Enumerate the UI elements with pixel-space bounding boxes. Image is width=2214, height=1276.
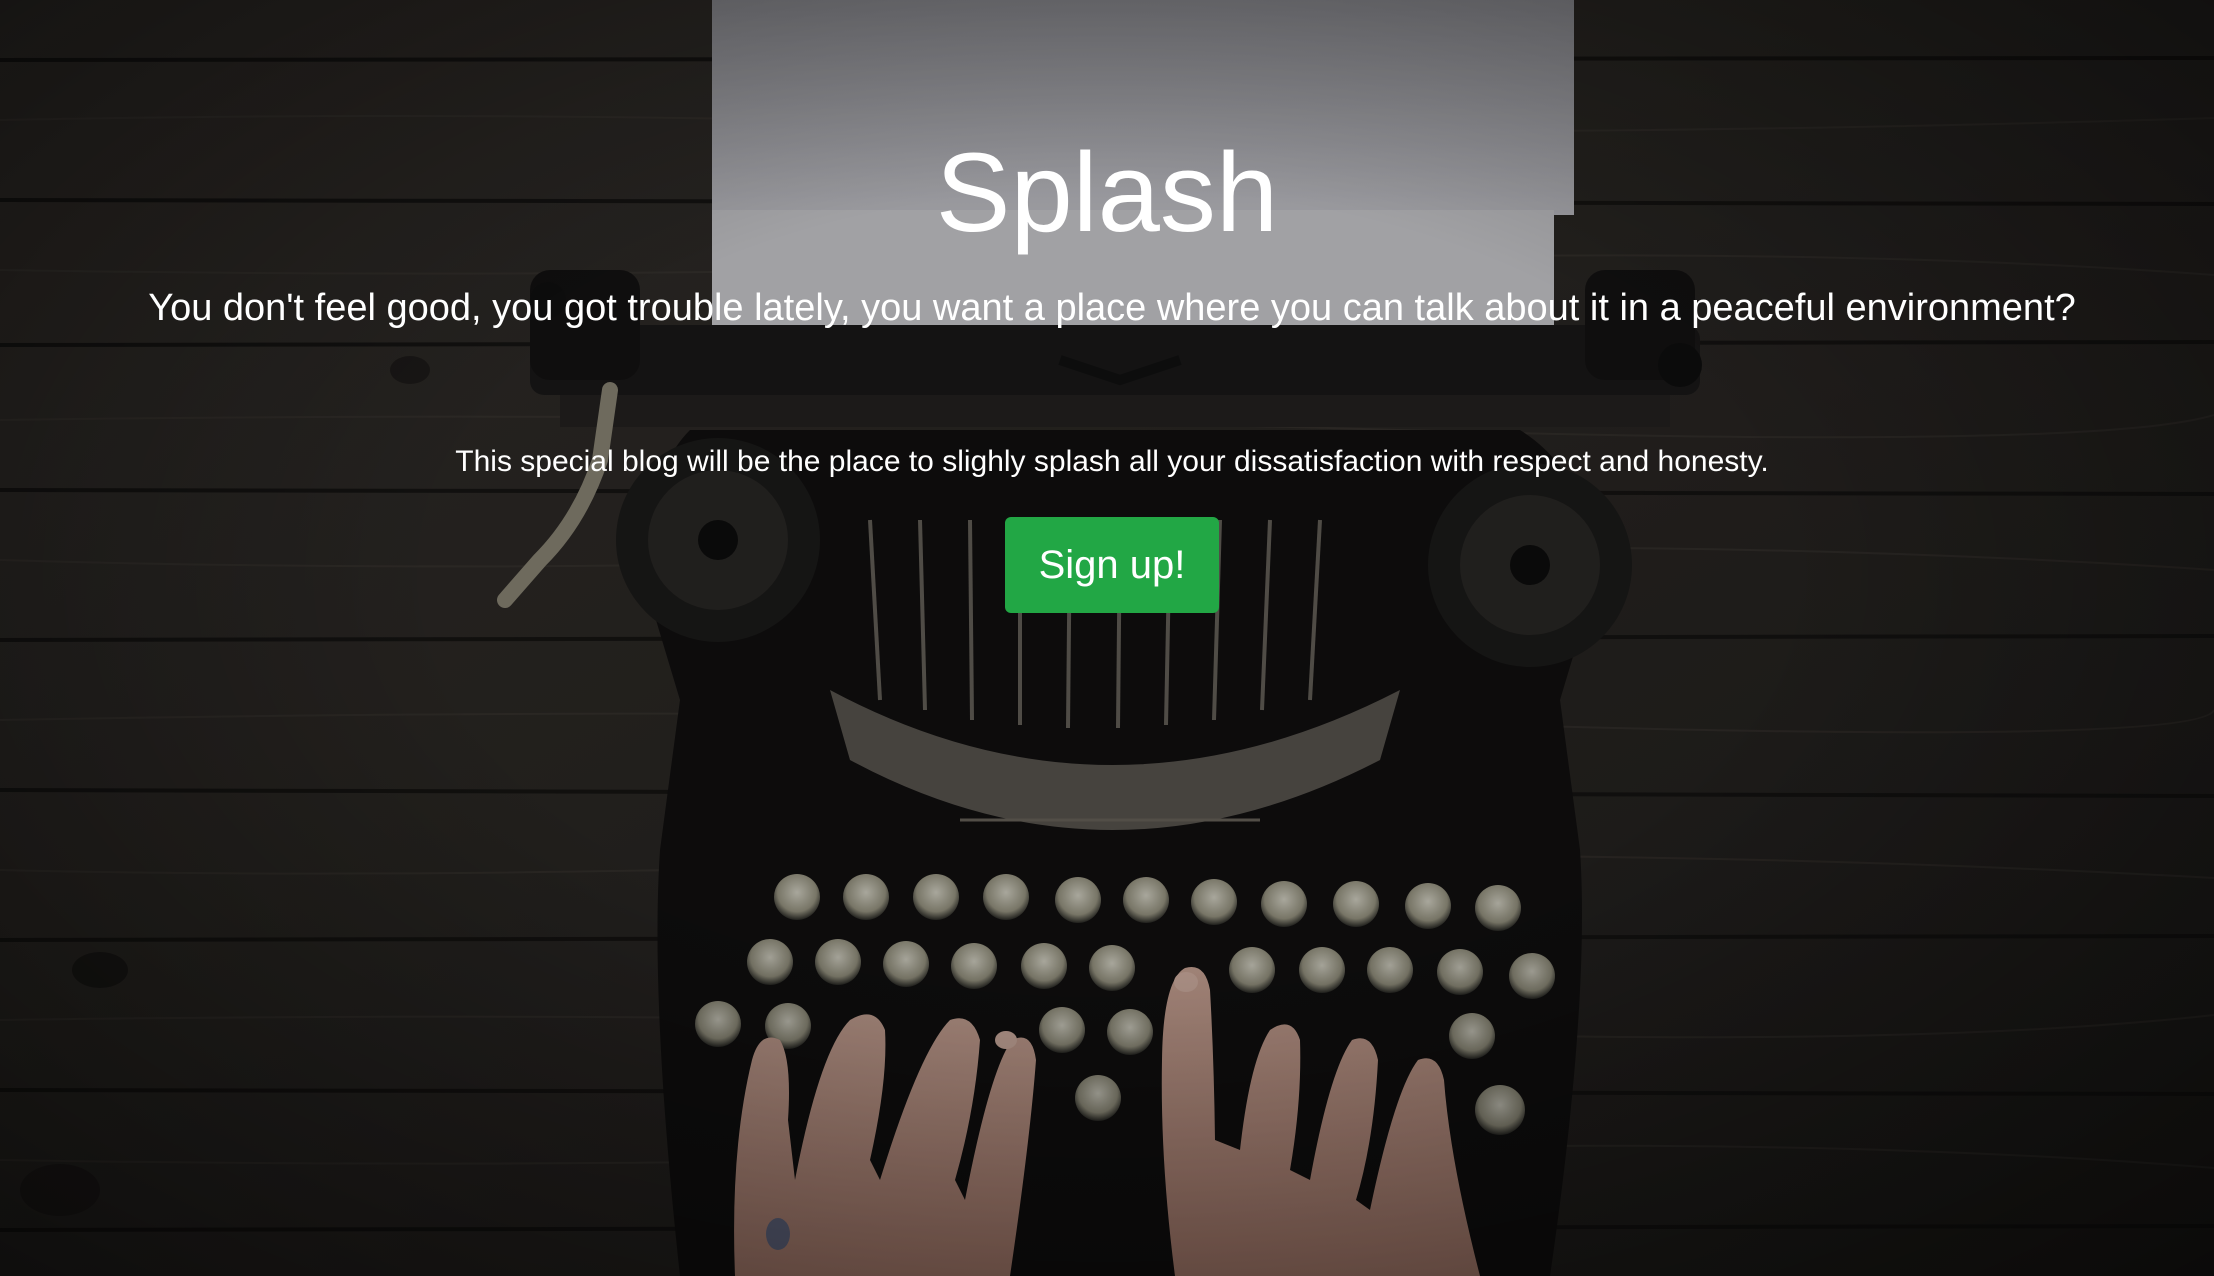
hero-content: Splash You don't feel good, you got trou… (0, 0, 2214, 1276)
hero-section: Splash You don't feel good, you got trou… (0, 0, 2214, 1276)
page-title: Splash (935, 130, 1279, 255)
hero-lead-text: You don't feel good, you got trouble lat… (148, 287, 2076, 329)
hero-subtext: This special blog will be the place to s… (455, 445, 1769, 478)
sign-up-button[interactable]: Sign up! (1005, 517, 1219, 613)
